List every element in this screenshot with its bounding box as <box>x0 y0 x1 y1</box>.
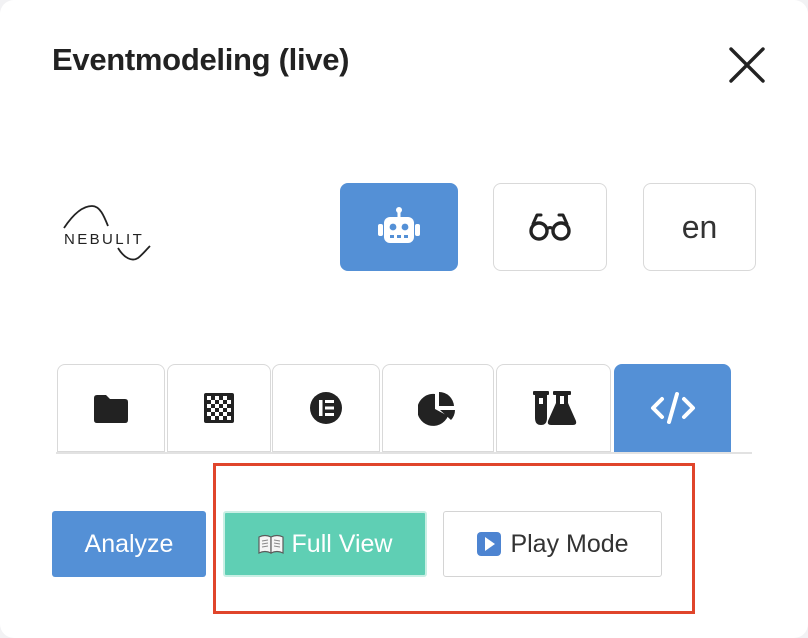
robot-icon <box>378 207 420 243</box>
language-button[interactable]: en <box>643 183 756 271</box>
tab-divider <box>56 452 752 454</box>
tab-tests[interactable] <box>496 364 611 452</box>
preview-button[interactable] <box>493 183 607 271</box>
language-label: en <box>681 208 718 245</box>
tab-folder[interactable] <box>57 364 165 452</box>
glasses-icon <box>529 213 571 241</box>
folder-icon <box>94 395 128 423</box>
grid-icon <box>204 393 234 423</box>
tab-chart[interactable] <box>382 364 494 452</box>
list-circle-icon <box>310 392 342 424</box>
panel-title: Eventmodeling (live) <box>52 42 350 77</box>
close-button[interactable] <box>722 40 772 90</box>
close-icon <box>729 47 765 83</box>
nebulit-logo-text: NEBULIT <box>64 231 145 248</box>
tab-list[interactable] <box>272 364 380 452</box>
assistant-button[interactable] <box>340 183 458 271</box>
pie-chart-icon <box>418 391 455 426</box>
analyze-label: Analyze <box>84 529 174 558</box>
highlight-box <box>213 463 695 614</box>
settings-panel: Eventmodeling (live) NEBULIT en Analyze … <box>0 0 808 638</box>
analyze-button[interactable]: Analyze <box>52 511 206 577</box>
tab-code[interactable] <box>614 364 731 452</box>
code-icon <box>650 392 695 424</box>
flask-icon <box>532 391 576 425</box>
tab-grid[interactable] <box>167 364 271 452</box>
